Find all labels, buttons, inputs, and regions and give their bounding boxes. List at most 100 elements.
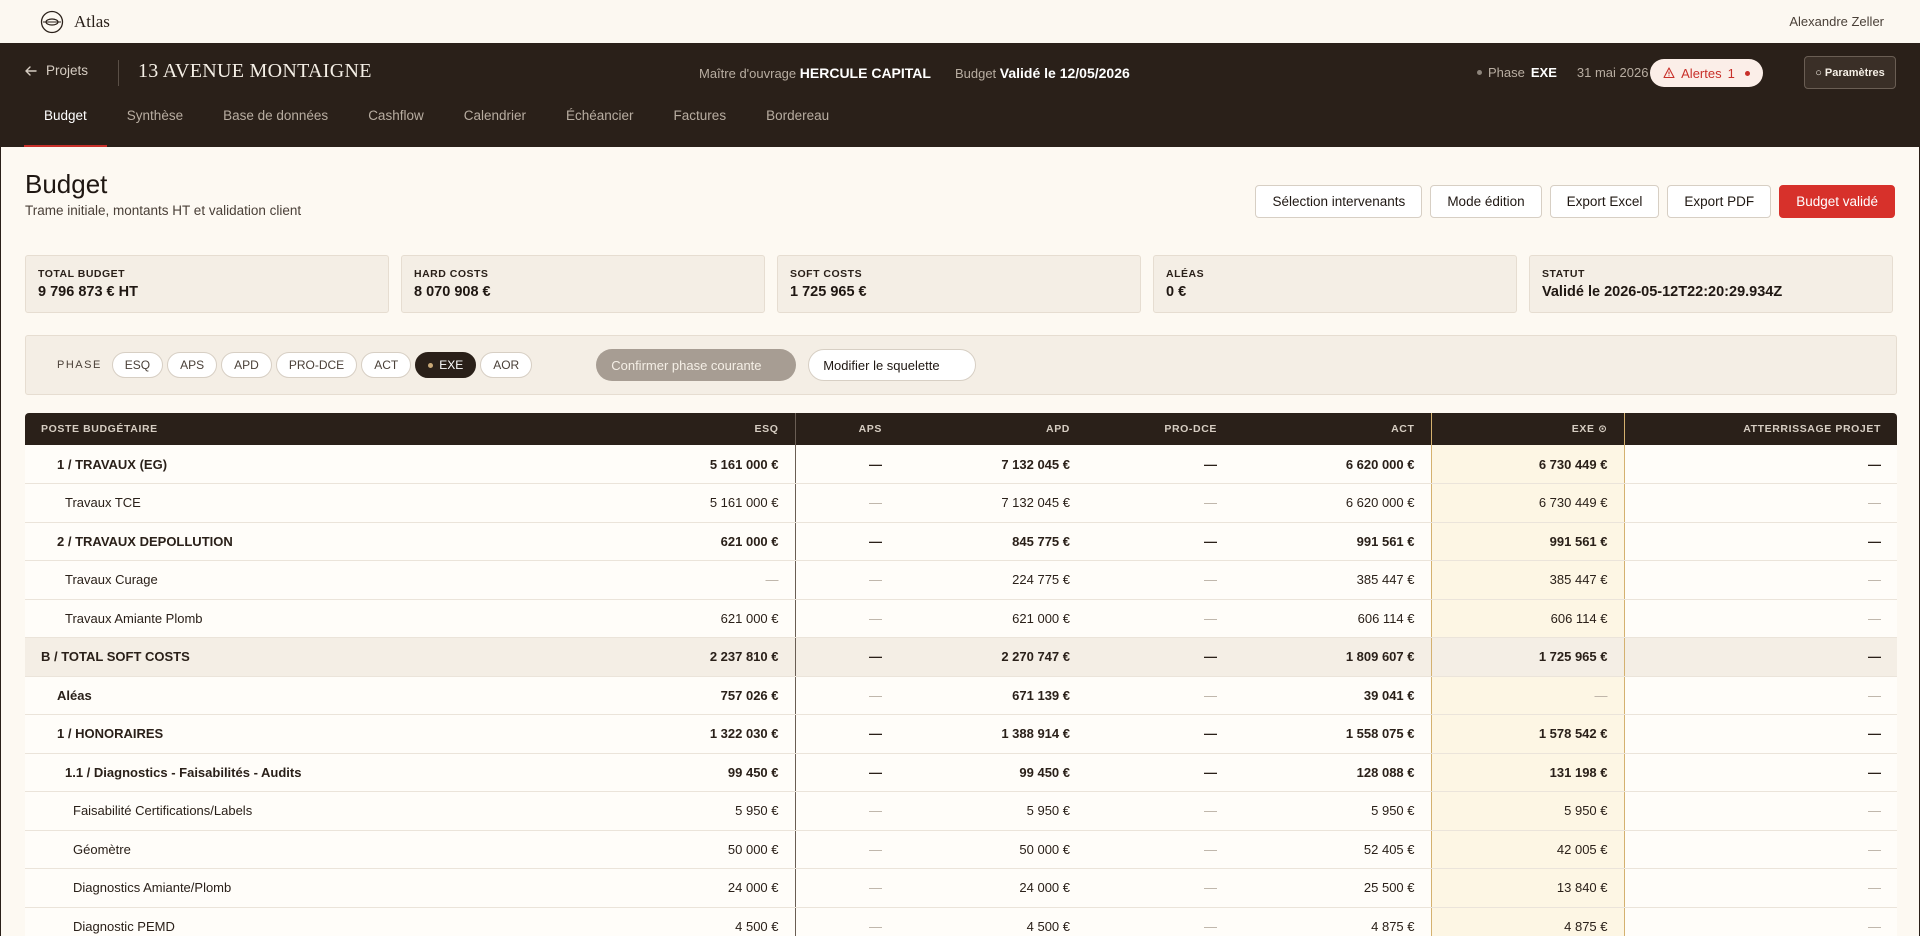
cell-amount: — [1086,868,1233,908]
cell-amount: 6 620 000 € [1233,483,1431,523]
back-to-projects-link[interactable]: Projets [24,63,88,78]
table-row[interactable]: Diagnostic PEMD 4 500 € —4 500 € —4 875 €4 … [25,907,1897,936]
cell-amount: 671 139 € [898,676,1086,715]
cell-amount: — [1086,599,1233,638]
cell-amount: 50 000 € [627,830,795,869]
cell-amount: — [1624,753,1897,792]
confirm-phase-button[interactable]: Confirmer phase courante [596,349,797,381]
tab-synthese[interactable]: Synthèse [107,101,203,147]
stat-value: 1 725 965 € [790,284,867,300]
table-row[interactable]: Diagnostics Amiante/Plomb 24 000 € —24 000… [25,868,1897,908]
cell-amount: 1 578 542 € [1430,714,1625,754]
active-dot-icon [428,362,434,368]
column-header[interactable]: APS [794,413,898,445]
tab-budget[interactable]: Budget [24,101,107,147]
cell-amount: — [1086,753,1233,792]
alerts-button[interactable]: Alertes 1 [1650,59,1763,87]
top-bar: Atlas Alexandre Zeller [0,0,1920,43]
cell-amount: — [627,560,795,600]
table-row[interactable]: Aléas 757 026 € —671 139 € —39 041 € — — [25,676,1897,715]
cell-amount: — [794,868,898,908]
cell-amount: — [1086,676,1233,715]
table-row[interactable]: Faisabilité Certifications/Labels 5 950 €… [25,791,1897,831]
phase-chip-aps[interactable]: APS [167,352,218,378]
row-label: Faisabilité Certifications/Labels [25,791,627,831]
table-row[interactable]: 2 / TRAVAUX DEPOLLUTION 621 000 € —845 775… [25,522,1897,561]
alert-dot-icon [1744,70,1750,76]
cell-amount: 7 132 045 € [898,483,1086,523]
cell-amount: 42 005 € [1430,830,1625,869]
table-header-row: POSTE BUDGÉTAIRE ESQ APS APD PRO-DCE ACT EXE ⊙… [25,413,1897,445]
phase-chip-pro-dce[interactable]: PRO-DCE [275,352,358,378]
page-title: Budget [25,169,108,199]
tab-factures[interactable]: Factures [654,101,747,147]
column-header[interactable]: ATTERRISSAGE PROJET [1624,413,1897,445]
cell-amount: — [794,560,898,600]
stats-row: TOTAL BUDGET 9 796 873 € HT HARD COSTS 8… [25,255,1893,313]
cell-amount: 24 000 € [898,868,1086,908]
stat-label: SOFT COSTS [790,268,863,280]
cell-amount: 5 950 € [898,791,1086,831]
phase-chip-apd[interactable]: APD [221,352,272,378]
table-row[interactable]: Travaux Amiante Plomb 621 000 € —621 000 €… [25,599,1897,638]
export-excel-button[interactable]: Export Excel [1549,185,1660,218]
column-header[interactable]: ESQ [627,413,795,445]
tab-base-de-donnees[interactable]: Base de données [203,101,348,147]
row-label: 1 / HONORAIRES [25,714,627,754]
settings-button[interactable]: ○ Paramètres [1804,56,1896,89]
table-row[interactable]: 1 / TRAVAUX (EG) 5 161 000 € —7 132 045 € —… [25,445,1897,484]
budget-label: Budget [954,66,997,81]
row-label: Diagnostics Amiante/Plomb [25,868,627,908]
table-row[interactable]: 1.1 / Diagnostics - Faisabilités - Audit… [25,753,1897,792]
cell-amount: 1 558 075 € [1233,714,1431,754]
cell-amount: — [1624,868,1897,908]
table-row[interactable]: Travaux TCE 5 161 000 € —7 132 045 € —6 620… [25,483,1897,523]
cell-amount: 24 000 € [627,868,795,908]
phase-value: EXE [1530,65,1557,80]
phase-meta: Phase EXE 31 mai 2026 [1477,65,1648,80]
budget-meta: Budget Validé le 12/05/2026 [955,65,1130,81]
row-label: Travaux TCE [25,483,627,523]
edit-skeleton-button[interactable]: Modifier le squelette [808,349,977,381]
table-row[interactable]: 1 / HONORAIRES 1 322 030 € —1 388 914 € —1 … [25,714,1897,754]
brand[interactable]: Atlas [40,10,110,34]
table-row[interactable]: B / TOTAL SOFT COSTS 2 237 810 € —2 270 74… [25,637,1897,677]
stat-value: 9 796 873 € HT [38,284,138,300]
user-menu[interactable]: Alexandre Zeller [1789,14,1884,29]
phase-chip-aor[interactable]: AOR [480,352,533,378]
stat-card: STATUT Validé le 2026-05-12T22:20:29.934… [1529,255,1893,313]
column-header[interactable]: APD [898,413,1086,445]
table-row[interactable]: Travaux Curage — —224 775 € —385 447 €385 4… [25,560,1897,600]
cell-amount: 1 388 914 € [898,714,1086,754]
column-header[interactable]: PRO-DCE [1086,413,1233,445]
cell-amount: 6 620 000 € [1233,445,1431,484]
cell-amount: 991 561 € [1233,522,1431,561]
tab-cashflow[interactable]: Cashflow [348,101,444,147]
budget-page: Budget Trame initiale, montants HT et va… [0,147,1920,936]
cell-amount: 385 447 € [1233,560,1431,600]
tab-echeancier[interactable]: Échéancier [546,101,654,147]
column-header[interactable]: ACT [1233,413,1431,445]
select-stakeholders-button[interactable]: Sélection intervenants [1255,185,1423,218]
cell-amount: 385 447 € [1430,560,1625,600]
phase-chip-exe[interactable]: EXE [415,352,477,378]
phase-chip-esq[interactable]: ESQ [111,352,164,378]
export-pdf-button[interactable]: Export PDF [1667,185,1772,218]
column-header[interactable]: POSTE BUDGÉTAIRE [25,413,627,445]
tab-bordereau[interactable]: Bordereau [746,101,849,147]
cell-amount: — [1624,637,1897,677]
cell-amount: — [1624,830,1897,869]
column-header[interactable]: EXE ⊙ [1430,413,1625,445]
edit-mode-button[interactable]: Mode édition [1430,185,1542,218]
cell-amount: — [1624,445,1897,484]
page-subtitle: Trame initiale, montants HT et validatio… [25,203,302,218]
table-row[interactable]: Géomètre 50 000 € —50 000 € —52 405 €42 005… [25,830,1897,869]
tab-calendrier[interactable]: Calendrier [444,101,546,147]
row-label: Travaux Curage [25,560,627,600]
cell-amount: — [1086,560,1233,600]
cell-amount: 1 725 965 € [1430,637,1625,677]
budget-validated-button[interactable]: Budget validé [1779,185,1895,218]
phase-chip-act[interactable]: ACT [361,352,412,378]
logo-icon [40,10,64,33]
cell-amount: 4 500 € [627,907,795,936]
